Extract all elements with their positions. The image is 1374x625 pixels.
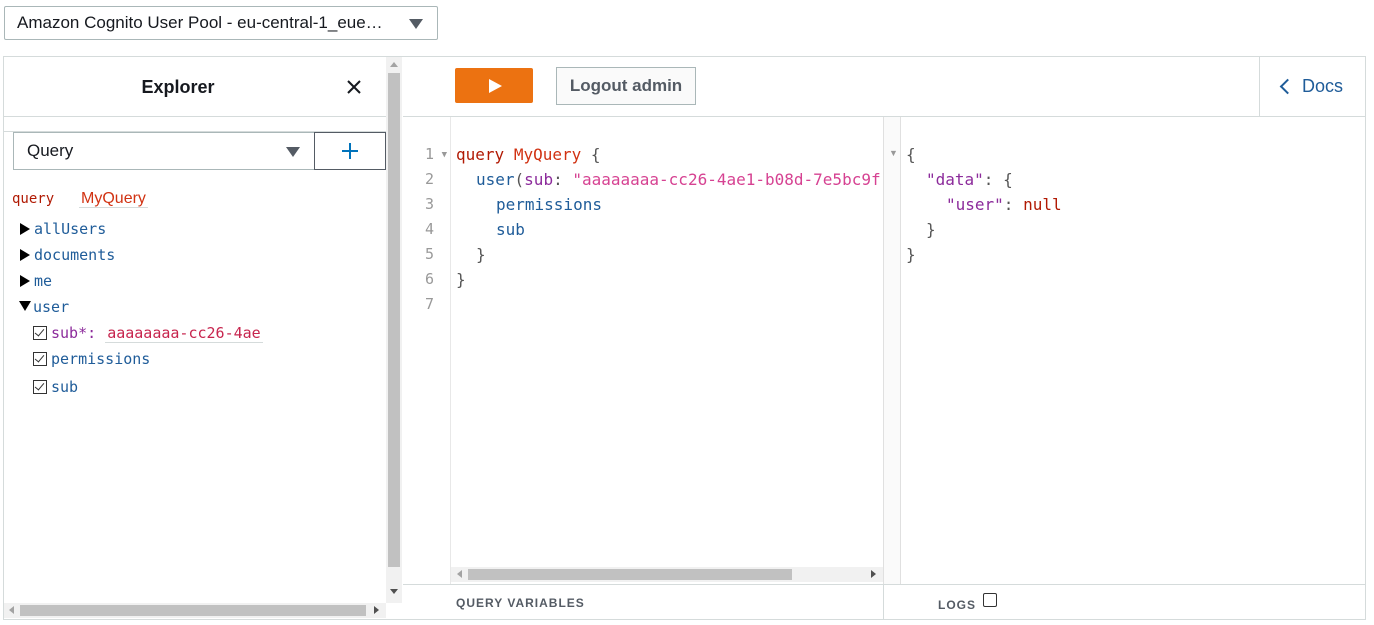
scroll-thumb[interactable] bbox=[388, 73, 400, 567]
operation-row: query MyQuery bbox=[12, 189, 148, 209]
scroll-left-arrow-icon[interactable] bbox=[457, 570, 462, 578]
fold-arrow-icon[interactable]: ▼ bbox=[889, 148, 898, 158]
explorer-horizontal-scrollbar[interactable] bbox=[4, 603, 386, 618]
result-line: "data": { bbox=[926, 167, 1013, 192]
logout-button[interactable]: Logout admin bbox=[556, 67, 696, 105]
code-line: query MyQuery { bbox=[456, 142, 601, 167]
logs-checkbox[interactable] bbox=[983, 593, 997, 607]
chevron-down-icon bbox=[286, 147, 300, 157]
result-line: "user": null bbox=[946, 192, 1062, 217]
line-number: 4 bbox=[424, 220, 434, 238]
scroll-down-arrow-icon[interactable] bbox=[390, 589, 398, 594]
chevron-down-icon bbox=[409, 19, 423, 29]
line-number: 5 bbox=[424, 245, 434, 263]
code-line: permissions bbox=[496, 195, 602, 214]
line-number: 2 bbox=[424, 170, 434, 188]
code-arg: sub bbox=[524, 170, 554, 189]
auth-mode-select[interactable]: Amazon Cognito User Pool - eu-central-1_… bbox=[4, 6, 438, 40]
field-name: me bbox=[34, 272, 53, 290]
field-row-user[interactable]: user bbox=[19, 297, 69, 317]
scroll-left-arrow-icon[interactable] bbox=[9, 606, 14, 614]
scroll-right-arrow-icon[interactable] bbox=[374, 606, 379, 614]
result-punctuation: : bbox=[1003, 195, 1024, 214]
arg-name: sub*: bbox=[51, 324, 97, 342]
fold-arrow-icon[interactable]: ▼ bbox=[442, 150, 447, 160]
field-name: documents bbox=[34, 246, 116, 264]
explorer-panel: Explorer Query query MyQuery allUsers do… bbox=[4, 57, 386, 603]
scroll-thumb[interactable] bbox=[468, 569, 792, 580]
editor-horizontal-scrollbar[interactable] bbox=[451, 567, 883, 582]
code-line: } bbox=[476, 245, 486, 264]
checkbox-checked[interactable] bbox=[33, 326, 47, 340]
code-keyword: query bbox=[456, 145, 505, 164]
docs-button[interactable]: Docs bbox=[1259, 57, 1365, 116]
code-operation-name: MyQuery bbox=[513, 145, 582, 164]
add-operation-button[interactable] bbox=[314, 132, 386, 170]
expand-arrow-icon bbox=[20, 223, 30, 235]
user-arg-row-sub[interactable]: sub*: aaaaaaaa-cc26-4ae bbox=[33, 323, 263, 343]
expand-arrow-icon bbox=[20, 249, 30, 261]
code-line: sub bbox=[496, 220, 525, 239]
arg-value-input[interactable]: aaaaaaaa-cc26-4ae bbox=[105, 324, 263, 343]
code-line: user(sub: "aaaaaaaa-cc26-4ae1-b08d-7e5bc… bbox=[476, 167, 881, 192]
code-punctuation: { bbox=[590, 145, 601, 164]
query-editor[interactable]: query MyQuery { user(sub: "aaaaaaaa-cc26… bbox=[456, 117, 882, 567]
line-number: 6 bbox=[424, 270, 434, 288]
explorer-header: Explorer bbox=[4, 57, 386, 117]
editor-result-divider[interactable] bbox=[883, 117, 901, 584]
bottom-divider bbox=[883, 585, 884, 619]
bottom-bar: QUERY VARIABLES LOGS bbox=[403, 584, 1365, 619]
code-punctuation: ( bbox=[514, 170, 525, 189]
query-variables-tab[interactable]: QUERY VARIABLES bbox=[456, 596, 585, 610]
operation-name-input[interactable]: MyQuery bbox=[79, 190, 148, 208]
docs-label: Docs bbox=[1302, 76, 1344, 96]
field-row-documents[interactable]: documents bbox=[20, 245, 115, 265]
line-number: 1 bbox=[424, 145, 434, 163]
line-number: 7 bbox=[424, 295, 434, 313]
logs-label: LOGS bbox=[938, 598, 977, 612]
editor-toolbar: Logout admin Docs bbox=[403, 57, 1365, 117]
explorer-vertical-scrollbar[interactable] bbox=[386, 57, 402, 603]
editor-gutter: 1 ▼ 2 3 4 5 6 7 bbox=[403, 117, 451, 584]
field-name: user bbox=[33, 298, 70, 316]
explorer-title: Explorer bbox=[141, 77, 215, 97]
code-punctuation: : bbox=[553, 170, 573, 189]
operation-type-label: Query bbox=[27, 141, 74, 160]
user-field-row-permissions[interactable]: permissions bbox=[33, 349, 150, 369]
code-field: user bbox=[476, 170, 515, 189]
user-field-row-sub[interactable]: sub bbox=[33, 377, 78, 397]
result-key: "user" bbox=[946, 195, 1004, 214]
line-number: 3 bbox=[424, 195, 434, 213]
scroll-up-arrow-icon[interactable] bbox=[390, 62, 398, 67]
close-icon[interactable] bbox=[344, 77, 364, 97]
code-line: } bbox=[456, 270, 466, 289]
field-row-allusers[interactable]: allUsers bbox=[20, 219, 106, 239]
checkbox-checked[interactable] bbox=[33, 352, 47, 366]
field-name: permissions bbox=[51, 350, 151, 368]
result-punctuation: : { bbox=[983, 170, 1013, 189]
result-line: { bbox=[906, 145, 916, 164]
result-line: } bbox=[926, 220, 936, 239]
collapse-arrow-icon bbox=[19, 301, 31, 311]
scroll-thumb[interactable] bbox=[20, 605, 366, 616]
field-name: sub bbox=[51, 378, 79, 396]
expand-arrow-icon bbox=[20, 275, 30, 287]
auth-mode-label: Amazon Cognito User Pool - eu-central-1_… bbox=[17, 13, 383, 32]
code-string: "aaaaaaaa-cc26-4ae1-b08d-7e5bc9f bbox=[572, 170, 881, 189]
plus-icon bbox=[342, 143, 358, 159]
result-value: null bbox=[1023, 195, 1062, 214]
operation-keyword: query bbox=[12, 191, 55, 207]
play-icon bbox=[489, 78, 502, 93]
field-name: allUsers bbox=[34, 220, 107, 238]
run-query-button[interactable] bbox=[455, 68, 533, 103]
checkbox-checked[interactable] bbox=[33, 380, 47, 394]
scroll-right-arrow-icon[interactable] bbox=[871, 570, 876, 578]
operation-type-select[interactable]: Query bbox=[13, 132, 315, 170]
field-row-me[interactable]: me bbox=[20, 271, 52, 291]
chevron-left-icon bbox=[1279, 78, 1296, 95]
result-line: } bbox=[906, 245, 916, 264]
result-key: "data" bbox=[926, 170, 984, 189]
